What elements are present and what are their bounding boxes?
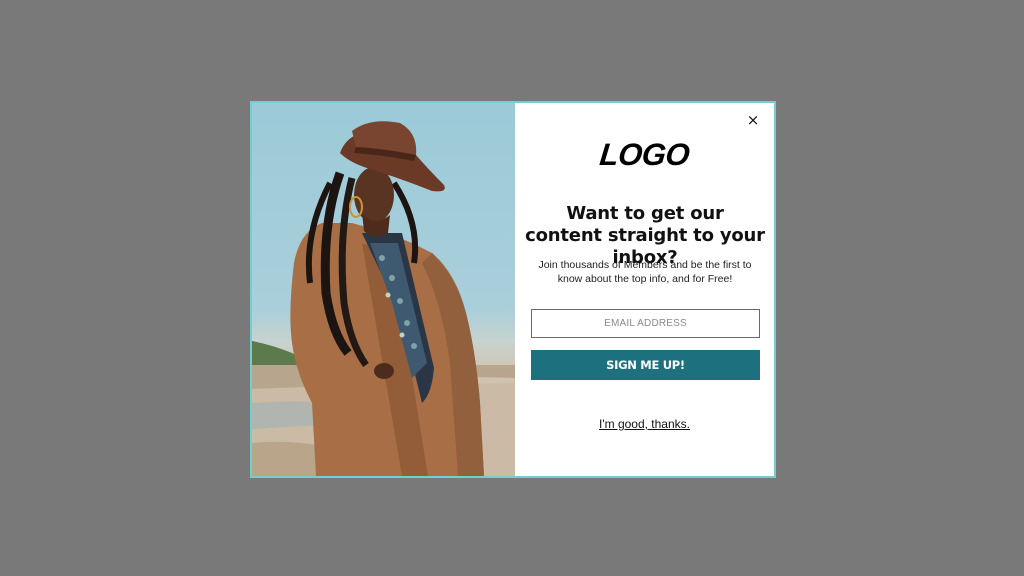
signup-popup: × LOGO Want to get our content straight … [250, 101, 776, 478]
popup-content: × LOGO Want to get our content straight … [515, 103, 774, 476]
logo: LOGO [598, 137, 692, 172]
decline-link[interactable]: I'm good, thanks. [515, 417, 774, 431]
sign-up-button[interactable]: SIGN ME UP! [531, 350, 760, 380]
woman-in-hat-photo [252, 121, 515, 476]
email-input[interactable] [531, 309, 760, 338]
popup-subtext: Join thousands of Members and be the fir… [538, 259, 752, 285]
hero-image [252, 103, 515, 476]
close-icon[interactable]: × [744, 111, 762, 129]
